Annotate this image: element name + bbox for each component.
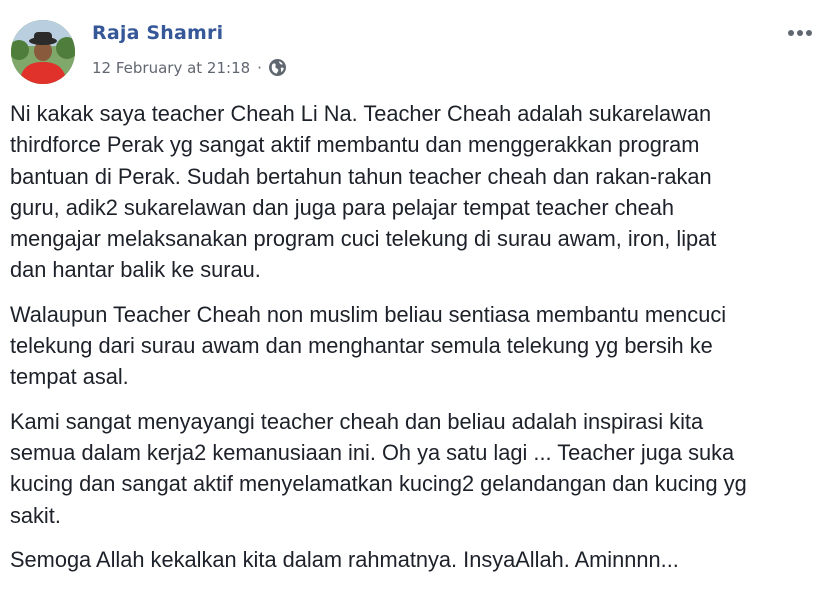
text-line: Kami sangat menyayangi teacher cheah dan… xyxy=(10,408,704,434)
text-line: bantuan di Perak. Sudah bertahun tahun t… xyxy=(10,163,712,189)
post-timestamp[interactable]: 12 February at 21:18 xyxy=(92,59,250,77)
text-line: kucing dan sangat aktif menyelamatkan ku… xyxy=(10,471,747,497)
text-line: tempat asal. xyxy=(10,364,129,390)
post-paragraph: Kami sangat menyayangi teacher cheah dan… xyxy=(10,406,822,531)
dot-icon xyxy=(797,30,803,36)
text-line: thirdforce Perak yg sangat aktif membant… xyxy=(10,132,700,158)
text-line: semua dalam kerja2 kemanusiaan ini. Oh y… xyxy=(10,439,735,465)
text-line: guru, adik2 sukarelawan dan juga para pe… xyxy=(10,194,675,220)
author-name[interactable]: Raja Shamri xyxy=(92,22,223,44)
text-line: Semoga Allah kekalkan kita dalam rahmatn… xyxy=(10,546,679,572)
text-line: dan hantar balik ke surau. xyxy=(10,257,261,283)
meta-separator: · xyxy=(257,58,262,77)
text-line: Walaupun Teacher Cheah non muslim beliau… xyxy=(10,301,727,327)
avatar[interactable] xyxy=(11,20,75,84)
globe-icon[interactable] xyxy=(268,58,287,77)
post-paragraph: Semoga Allah kekalkan kita dalam rahmatn… xyxy=(10,544,822,575)
text-line: sakit. xyxy=(10,502,61,528)
more-options-icon[interactable] xyxy=(786,26,814,40)
post-body: Ni kakak saya teacher Cheah Li Na. Teach… xyxy=(10,98,822,588)
dot-icon xyxy=(806,30,812,36)
text-line: telekung dari surau awam dan menghantar … xyxy=(10,333,713,359)
post-header: Raja Shamri 12 February at 21:18 · xyxy=(0,0,830,95)
text-line: Ni kakak saya teacher Cheah Li Na. Teach… xyxy=(10,101,712,126)
post-paragraph: Ni kakak saya teacher Cheah Li Na. Teach… xyxy=(10,98,822,286)
dot-icon xyxy=(788,30,794,36)
text-line: mengajar melaksanakan program cuci telek… xyxy=(10,226,717,252)
post-paragraph: Walaupun Teacher Cheah non muslim beliau… xyxy=(10,299,822,393)
post-meta: 12 February at 21:18 · xyxy=(92,58,287,77)
